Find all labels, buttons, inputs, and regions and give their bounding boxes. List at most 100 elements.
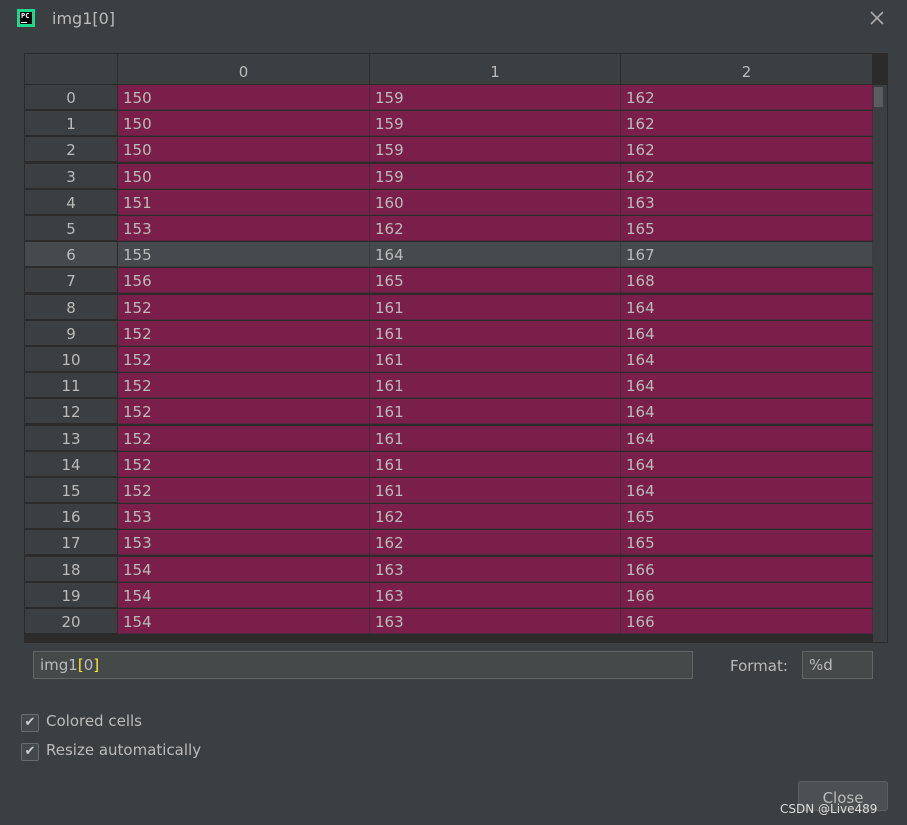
table-cell[interactable]: 153	[118, 504, 370, 529]
table-cell[interactable]: 156	[118, 268, 370, 293]
table-cell[interactable]: 152	[118, 399, 370, 424]
table-cell[interactable]: 164	[621, 426, 873, 451]
table-cell[interactable]: 161	[370, 347, 621, 372]
table-cell[interactable]: 160	[370, 190, 621, 215]
table-cell[interactable]: 155	[118, 242, 370, 267]
row-header[interactable]: 17	[25, 530, 117, 555]
table-row[interactable]: 14 152 161 164	[25, 452, 873, 477]
table-cell[interactable]: 161	[370, 373, 621, 398]
row-header[interactable]: 1	[25, 111, 117, 136]
row-header[interactable]: 16	[25, 504, 117, 529]
table-cell[interactable]: 163	[370, 583, 621, 608]
table-cell[interactable]: 165	[621, 216, 873, 241]
row-header[interactable]: 12	[25, 399, 117, 424]
table-cell[interactable]: 161	[370, 452, 621, 477]
data-table[interactable]: 0 1 2 0 150 159 162 1 150 159 162 2 150 159 162 3 150…	[24, 53, 888, 643]
row-header[interactable]: 5	[25, 216, 117, 241]
table-row[interactable]: 1 150 159 162	[25, 111, 873, 136]
close-icon[interactable]	[866, 7, 888, 29]
column-header-0[interactable]: 0	[118, 54, 370, 84]
table-cell[interactable]: 163	[370, 609, 621, 634]
table-cell[interactable]: 161	[370, 321, 621, 346]
table-cell[interactable]: 162	[621, 85, 873, 110]
table-cell[interactable]: 150	[118, 111, 370, 136]
column-header-2[interactable]: 2	[621, 54, 873, 84]
row-header[interactable]: 6	[25, 242, 117, 267]
column-header-1[interactable]: 1	[370, 54, 621, 84]
row-header[interactable]: 7	[25, 268, 117, 293]
table-cell[interactable]: 164	[621, 321, 873, 346]
table-cell[interactable]: 152	[118, 295, 370, 320]
row-header[interactable]: 8	[25, 295, 117, 320]
table-cell[interactable]: 161	[370, 295, 621, 320]
table-cell[interactable]: 163	[370, 557, 621, 582]
table-cell[interactable]: 154	[118, 583, 370, 608]
table-cell[interactable]: 159	[370, 137, 621, 162]
table-cell[interactable]: 152	[118, 347, 370, 372]
table-row[interactable]: 18 154 163 166	[25, 557, 873, 582]
row-header[interactable]: 19	[25, 583, 117, 608]
table-row[interactable]: 6 155 164 167	[25, 242, 873, 267]
table-row[interactable]: 8 152 161 164	[25, 295, 873, 320]
table-cell[interactable]: 165	[621, 530, 873, 555]
table-row[interactable]: 11 152 161 164	[25, 373, 873, 398]
table-row[interactable]: 5 153 162 165	[25, 216, 873, 241]
row-header[interactable]: 9	[25, 321, 117, 346]
table-row[interactable]: 12 152 161 164	[25, 399, 873, 424]
row-header[interactable]: 3	[25, 164, 117, 189]
scrollbar-thumb[interactable]	[874, 87, 883, 107]
table-cell[interactable]: 163	[621, 190, 873, 215]
table-cell[interactable]: 150	[118, 164, 370, 189]
table-cell[interactable]: 150	[118, 137, 370, 162]
table-cell[interactable]: 152	[118, 478, 370, 503]
table-row[interactable]: 4 151 160 163	[25, 190, 873, 215]
vertical-scrollbar[interactable]	[873, 85, 887, 642]
table-row[interactable]: 13 152 161 164	[25, 426, 873, 451]
table-cell[interactable]: 159	[370, 111, 621, 136]
table-cell[interactable]: 161	[370, 478, 621, 503]
row-header[interactable]: 18	[25, 557, 117, 582]
expression-input[interactable]: img1[0]	[33, 651, 693, 679]
table-cell[interactable]: 154	[118, 609, 370, 634]
colored-cells-checkbox[interactable]: ✔	[21, 714, 39, 732]
table-cell[interactable]: 159	[370, 85, 621, 110]
table-cell[interactable]: 154	[118, 557, 370, 582]
table-row[interactable]: 9 152 161 164	[25, 321, 873, 346]
table-row[interactable]: 16 153 162 165	[25, 504, 873, 529]
table-cell[interactable]: 167	[621, 242, 873, 267]
table-cell[interactable]: 162	[370, 504, 621, 529]
row-header[interactable]: 13	[25, 426, 117, 451]
row-header[interactable]: 15	[25, 478, 117, 503]
table-cell[interactable]: 162	[370, 530, 621, 555]
table-cell[interactable]: 151	[118, 190, 370, 215]
table-cell[interactable]: 161	[370, 399, 621, 424]
table-cell[interactable]: 165	[370, 268, 621, 293]
table-row[interactable]: 20 154 163 166	[25, 609, 873, 634]
format-input[interactable]: %d	[802, 651, 873, 679]
row-header[interactable]: 0	[25, 85, 117, 110]
table-row[interactable]: 17 153 162 165	[25, 530, 873, 555]
row-header[interactable]: 2	[25, 137, 117, 162]
table-row[interactable]: 3 150 159 162	[25, 164, 873, 189]
table-cell[interactable]: 164	[621, 478, 873, 503]
resize-automatically-checkbox[interactable]: ✔	[21, 743, 39, 761]
table-row[interactable]: 10 152 161 164	[25, 347, 873, 372]
table-cell[interactable]: 164	[621, 452, 873, 477]
table-cell[interactable]: 168	[621, 268, 873, 293]
table-cell[interactable]: 153	[118, 216, 370, 241]
table-cell[interactable]: 164	[621, 347, 873, 372]
table-cell[interactable]: 166	[621, 583, 873, 608]
table-cell[interactable]: 162	[621, 164, 873, 189]
row-header[interactable]: 4	[25, 190, 117, 215]
table-cell[interactable]: 152	[118, 452, 370, 477]
table-cell[interactable]: 166	[621, 609, 873, 634]
table-row[interactable]: 15 152 161 164	[25, 478, 873, 503]
table-cell[interactable]: 166	[621, 557, 873, 582]
table-row[interactable]: 19 154 163 166	[25, 583, 873, 608]
row-header[interactable]: 11	[25, 373, 117, 398]
table-cell[interactable]: 165	[621, 504, 873, 529]
table-cell[interactable]: 162	[621, 137, 873, 162]
row-header[interactable]: 10	[25, 347, 117, 372]
table-cell[interactable]: 152	[118, 373, 370, 398]
table-row[interactable]: 7 156 165 168	[25, 268, 873, 293]
